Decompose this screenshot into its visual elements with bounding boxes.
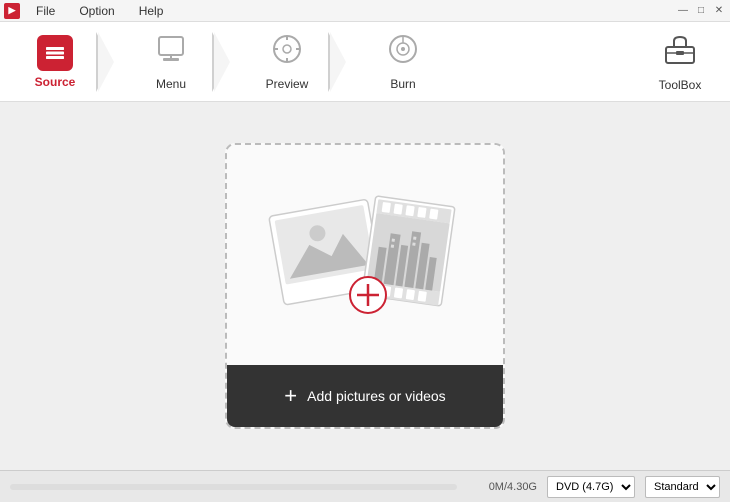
status-bar: 0M/4.30G DVD (4.7G) DVD (8.5G) Standard … (0, 470, 730, 502)
menu-tb-icon (154, 32, 188, 73)
minimize-button[interactable]: — (676, 4, 690, 18)
toolbar-item-menu[interactable]: Menu (126, 22, 216, 102)
title-bar-left: ▶ File Option Help (4, 2, 167, 20)
source-label: Source (35, 75, 76, 89)
toolbar: Source Menu (0, 22, 730, 102)
app-icon: ▶ (4, 3, 20, 19)
dvd-size-select[interactable]: DVD (4.7G) DVD (8.5G) (547, 476, 635, 498)
toolbar-item-burn[interactable]: Burn (358, 22, 448, 102)
toolbar-item-toolbox[interactable]: ToolBox (640, 22, 720, 102)
toolbox-icon (662, 31, 698, 74)
plus-icon: + (284, 383, 297, 409)
drop-zone-illustration (260, 175, 470, 345)
title-bar-controls: — □ ✕ (676, 4, 726, 18)
source-icon (43, 37, 67, 69)
source-icon-bg (37, 35, 73, 71)
menu-file[interactable]: File (32, 2, 59, 20)
menu-help[interactable]: Help (135, 2, 168, 20)
burn-label: Burn (390, 77, 415, 91)
progress-track (10, 484, 457, 490)
maximize-button[interactable]: □ (694, 4, 708, 18)
toolbox-label: ToolBox (659, 78, 702, 92)
toolbox-svg (662, 31, 698, 67)
drop-zone[interactable]: + Add pictures or videos (225, 143, 505, 429)
toolbar-item-source[interactable]: Source (10, 22, 100, 102)
preview-icon (270, 32, 304, 66)
add-media-button[interactable]: + Add pictures or videos (227, 365, 503, 427)
close-button[interactable]: ✕ (712, 4, 726, 18)
preview-tb-icon (270, 32, 304, 73)
drop-zone-content (227, 145, 503, 365)
toolbar-items: Source Menu (10, 22, 640, 102)
main-content: + Add pictures or videos (0, 102, 730, 470)
title-bar: ▶ File Option Help — □ ✕ (0, 0, 730, 22)
quality-select[interactable]: Standard High Low (645, 476, 720, 498)
toolbar-item-preview[interactable]: Preview (242, 22, 332, 102)
menu-label: Menu (156, 77, 186, 91)
menu-option[interactable]: Option (75, 2, 118, 20)
preview-label: Preview (266, 77, 309, 91)
menu-icon (154, 32, 188, 66)
burn-tb-icon (386, 32, 420, 73)
add-media-label: Add pictures or videos (307, 388, 446, 404)
burn-icon (386, 32, 420, 66)
storage-info: 0M/4.30G (467, 481, 537, 493)
menu-bar: File Option Help (32, 2, 167, 20)
